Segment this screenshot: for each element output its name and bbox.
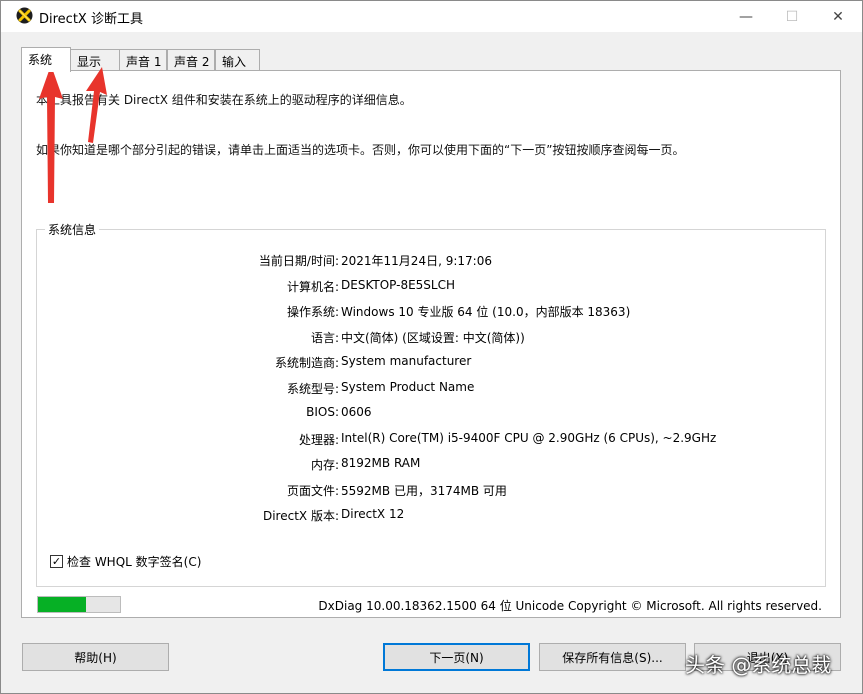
tab-sound-1[interactable]: 声音 1: [119, 49, 167, 71]
info-label: BIOS:: [306, 405, 339, 419]
whql-checkbox[interactable]: ✓: [50, 555, 63, 568]
title-bar[interactable]: DirectX 诊断工具 — ☐ ✕: [1, 1, 862, 32]
maximize-button[interactable]: ☐: [769, 1, 815, 32]
help-button[interactable]: 帮助(H): [22, 643, 169, 671]
watermark-text: 头条 @系统总裁: [685, 653, 832, 677]
info-row-datetime: 当前日期/时间: 2021年11月24日, 9:17:06: [37, 252, 827, 272]
minimize-button[interactable]: —: [723, 1, 769, 32]
info-row-page-file: 页面文件: 5592MB 已用，3174MB 可用: [37, 482, 827, 502]
info-value: DESKTOP-8E5SLCH: [341, 277, 456, 292]
info-row-os: 操作系统: Windows 10 专业版 64 位 (10.0，内部版本 183…: [37, 303, 827, 323]
system-info-group: 系统信息 当前日期/时间: 2021年11月24日, 9:17:06 计算机名:…: [36, 221, 827, 587]
info-label: 当前日期/时间:: [258, 254, 339, 268]
info-row-language: 语言: 中文(简体) (区域设置: 中文(简体)): [37, 329, 827, 349]
info-label: 页面文件:: [286, 483, 339, 498]
info-value: DirectX 12: [341, 507, 405, 521]
info-value: Windows 10 专业版 64 位 (10.0，内部版本 18363): [341, 305, 631, 319]
info-row-computer-name: 计算机名: DESKTOP-8E5SLCH: [37, 278, 827, 298]
info-value: 8192MB RAM: [341, 456, 421, 470]
info-label: 系统制造商:: [274, 356, 339, 370]
annotation-arrow-display-tab: [86, 67, 107, 143]
next-page-button[interactable]: 下一页(N): [383, 643, 530, 671]
system-info-legend: 系统信息: [45, 221, 100, 238]
progress-fill: [38, 597, 86, 612]
whql-label[interactable]: 检查 WHQL 数字签名(C): [67, 553, 201, 570]
directx-app-icon: [16, 7, 33, 24]
minimize-icon: —: [739, 8, 753, 25]
info-row-processor: 处理器: Intel(R) Core(TM) i5-9400F CPU @ 2.…: [37, 431, 827, 451]
info-value: 0606: [341, 405, 372, 419]
tab-input[interactable]: 输入: [215, 49, 260, 71]
whql-checkbox-row[interactable]: ✓ 检查 WHQL 数字签名(C): [50, 553, 201, 570]
version-copyright-text: DxDiag 10.00.18362.1500 64 位 Unicode Cop…: [318, 599, 822, 613]
info-label: 计算机名:: [286, 279, 339, 294]
system-tab-panel: 本工具报告有关 DirectX 组件和安装在系统上的驱动程序的详细信息。 如果你…: [21, 70, 841, 618]
info-row-manufacturer: 系统制造商: System manufacturer: [37, 354, 827, 374]
tab-system[interactable]: 系统: [21, 47, 71, 72]
info-label: 内存:: [310, 458, 339, 472]
progress-bar: [37, 596, 121, 613]
info-label: 系统型号:: [286, 381, 339, 396]
info-value: System manufacturer: [341, 354, 472, 368]
info-row-bios: BIOS: 0606: [37, 405, 827, 425]
info-value: 中文(简体) (区域设置: 中文(简体)): [341, 330, 525, 345]
annotation-arrow-system-tab: [39, 65, 63, 203]
window-title: DirectX 诊断工具: [39, 12, 143, 27]
info-value: Intel(R) Core(TM) i5-9400F CPU @ 2.90GHz…: [341, 430, 717, 445]
info-value: System Product Name: [341, 379, 475, 394]
info-label: 操作系统:: [286, 305, 339, 319]
description-line-2: 如果你知道是哪个部分引起的错误，请单击上面适当的选项卡。否则，你可以使用下面的“…: [36, 143, 685, 157]
maximize-icon: ☐: [785, 8, 799, 25]
info-value: 2021年11月24日, 9:17:06: [341, 254, 492, 268]
info-value: 5592MB 已用，3174MB 可用: [341, 483, 507, 498]
close-icon: ✕: [832, 8, 844, 25]
dxdiag-window: DirectX 诊断工具 — ☐ ✕ 系统 显示 声音 1 声音 2 输入 本工…: [0, 0, 863, 694]
save-all-info-button[interactable]: 保存所有信息(S)...: [539, 643, 686, 671]
info-label: 处理器:: [298, 432, 339, 447]
info-row-model: 系统型号: System Product Name: [37, 380, 827, 400]
check-icon: ✓: [51, 555, 62, 568]
close-button[interactable]: ✕: [815, 1, 861, 32]
info-label: DirectX 版本:: [262, 509, 339, 523]
info-row-directx-version: DirectX 版本: DirectX 12: [37, 507, 827, 527]
info-row-memory: 内存: 8192MB RAM: [37, 456, 827, 476]
info-label: 语言:: [310, 330, 339, 345]
tab-sound-2[interactable]: 声音 2: [167, 49, 215, 71]
